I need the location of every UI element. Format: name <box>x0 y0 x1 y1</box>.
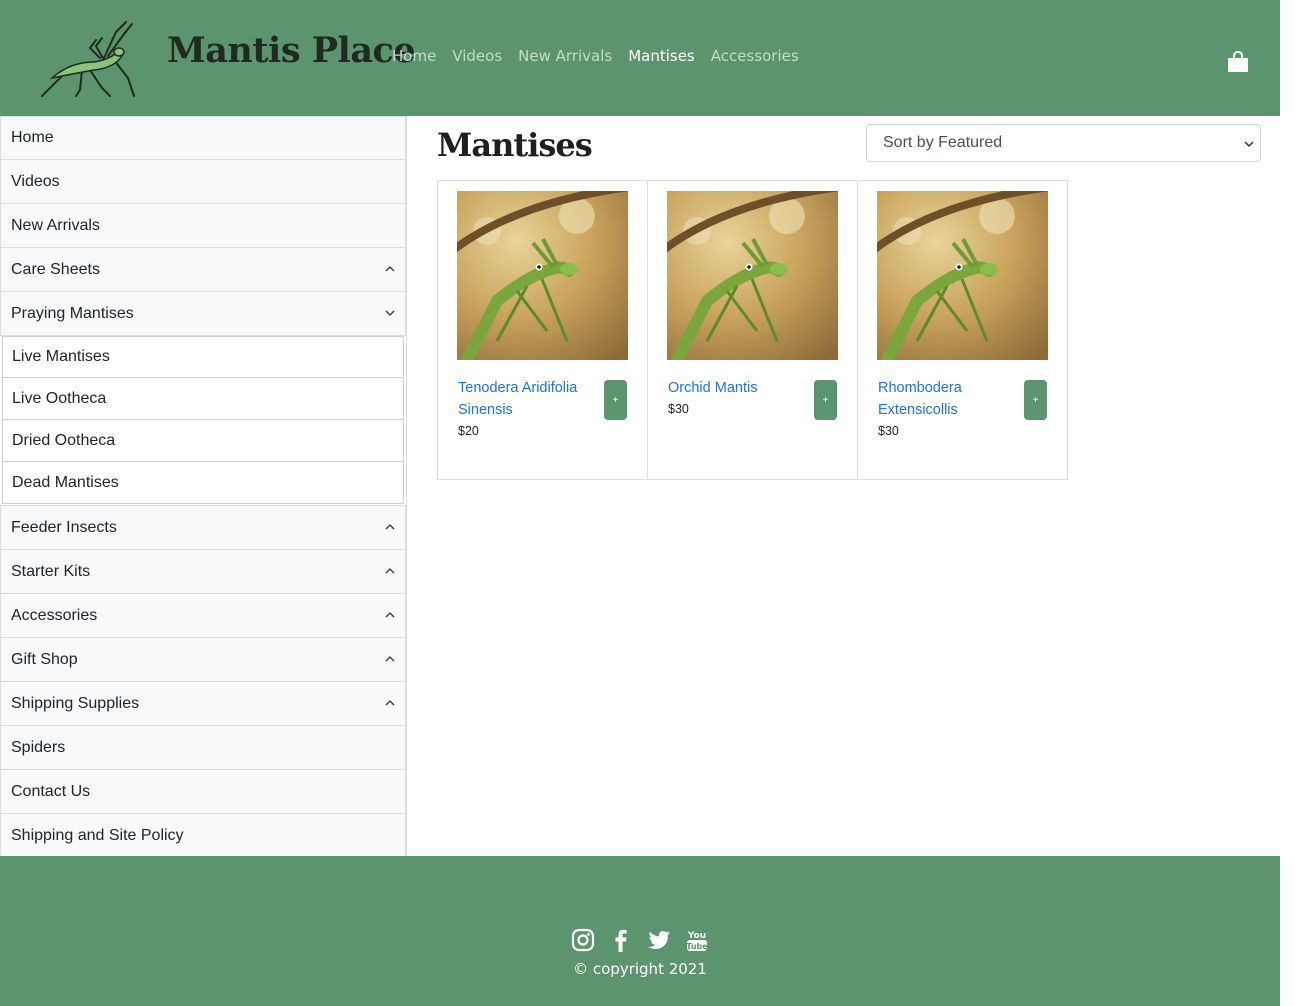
add-to-cart-button[interactable]: + <box>814 380 837 420</box>
sidebar-item-label: Shipping Supplies <box>11 694 140 712</box>
product-price: $30 <box>668 402 689 416</box>
sidebar-item-starter-kits[interactable]: Starter Kits <box>0 550 406 594</box>
brand-name[interactable]: Mantis Place <box>167 30 416 71</box>
chevron-up-icon <box>385 655 395 661</box>
sidebar-item-feeder-insects[interactable]: Feeder Insects <box>0 506 406 550</box>
sidebar-subitem-dead-mantises[interactable]: Dead Mantises <box>2 462 404 504</box>
sidebar-item-shipping-supplies[interactable]: Shipping Supplies <box>0 682 406 726</box>
sidebar-item-home[interactable]: Home <box>0 116 406 160</box>
sidebar-item-label: Shipping and Site Policy <box>11 826 184 844</box>
sidebar-item-label: Feeder Insects <box>11 518 117 536</box>
chevron-down-icon <box>385 310 395 316</box>
sidebar-item-label: Accessories <box>11 606 98 624</box>
product-info: Tenodera Aridifolia Sinensis $20 <box>458 377 578 441</box>
sidebar-item-videos[interactable]: Videos <box>0 160 406 204</box>
product-image[interactable] <box>457 191 628 360</box>
chevron-up-icon <box>385 699 395 705</box>
sidebar-item-gift-shop[interactable]: Gift Shop <box>0 638 406 682</box>
sidebar-item-label: Contact Us <box>11 782 91 800</box>
mantis-logo-icon[interactable] <box>30 18 138 98</box>
svg-text:You: You <box>687 931 706 941</box>
nav-videos[interactable]: Videos <box>452 47 502 65</box>
svg-text:Tube: Tube <box>686 942 708 951</box>
nav-mantises[interactable]: Mantises <box>628 47 695 65</box>
product-price: $30 <box>878 424 899 438</box>
youtube-icon[interactable]: You Tube <box>685 928 709 952</box>
sidebar-item-shipping-policy[interactable]: Shipping and Site Policy <box>0 814 406 858</box>
product-card: Orchid Mantis $30 + <box>647 180 858 480</box>
sidebar-item-label: Videos <box>11 172 60 190</box>
page-title: Mantises <box>437 126 593 164</box>
product-info: Rhombodera Extensicollis $30 <box>878 377 998 441</box>
sidebar: Home Videos New Arrivals Care Sheets Pra… <box>0 116 407 858</box>
chevron-up-icon <box>385 611 395 617</box>
sidebar-subitem-live-mantises[interactable]: Live Mantises <box>2 336 404 378</box>
praying-mantises-submenu: Live Mantises Live Ootheca Dried Ootheca… <box>0 336 406 506</box>
product-info: Orchid Mantis $30 <box>668 377 788 419</box>
chevron-up-icon <box>385 567 395 573</box>
sidebar-item-label: New Arrivals <box>11 216 100 234</box>
sort-select[interactable]: Sort by Featured <box>866 124 1261 162</box>
sidebar-item-spiders[interactable]: Spiders <box>0 726 406 770</box>
instagram-icon[interactable] <box>571 928 595 952</box>
sidebar-item-care-sheets[interactable]: Care Sheets <box>0 248 406 292</box>
shopping-bag-icon[interactable] <box>1227 51 1249 73</box>
nav-accessories[interactable]: Accessories <box>711 47 799 65</box>
product-name-link[interactable]: Orchid Mantis <box>668 377 788 399</box>
site-header: Mantis Place Home Videos New Arrivals Ma… <box>0 0 1280 116</box>
facebook-icon[interactable] <box>609 928 633 952</box>
sidebar-item-label: Praying Mantises <box>11 304 134 322</box>
add-to-cart-button[interactable]: + <box>1024 380 1047 420</box>
copyright-text: © copyright 2021 <box>573 960 707 978</box>
twitter-icon[interactable] <box>647 928 671 952</box>
product-image[interactable] <box>667 191 838 360</box>
product-image[interactable] <box>877 191 1048 360</box>
sidebar-subitem-dried-ootheca[interactable]: Dried Ootheca <box>2 420 404 462</box>
nav-new-arrivals[interactable]: New Arrivals <box>518 47 612 65</box>
chevron-up-icon <box>385 523 395 529</box>
sidebar-item-praying-mantises[interactable]: Praying Mantises <box>0 292 406 336</box>
sidebar-item-new-arrivals[interactable]: New Arrivals <box>0 204 406 248</box>
add-to-cart-button[interactable]: + <box>604 380 627 420</box>
product-card: Rhombodera Extensicollis $30 + <box>857 180 1068 480</box>
sidebar-item-accessories[interactable]: Accessories <box>0 594 406 638</box>
product-name-link[interactable]: Tenodera Aridifolia Sinensis <box>458 377 578 421</box>
nav-home[interactable]: Home <box>392 47 436 65</box>
sidebar-subitem-live-ootheca[interactable]: Live Ootheca <box>2 378 404 420</box>
sidebar-item-label: Care Sheets <box>11 260 100 278</box>
product-price: $20 <box>458 424 479 438</box>
social-links: You Tube <box>571 928 709 952</box>
sidebar-item-label: Gift Shop <box>11 650 78 668</box>
top-nav: Home Videos New Arrivals Mantises Access… <box>392 47 815 65</box>
sidebar-item-label: Starter Kits <box>11 562 91 580</box>
product-card: Tenodera Aridifolia Sinensis $20 + <box>437 180 648 480</box>
sidebar-item-label: Home <box>11 129 54 146</box>
sort-selected-value: Sort by Featured <box>883 134 1003 151</box>
product-grid: Tenodera Aridifolia Sinensis $20 + Orchi… <box>437 180 1068 480</box>
chevron-up-icon <box>385 265 395 271</box>
sidebar-item-contact-us[interactable]: Contact Us <box>0 770 406 814</box>
sidebar-item-label: Spiders <box>11 738 66 756</box>
chevron-down-icon <box>1244 141 1254 148</box>
product-name-link[interactable]: Rhombodera Extensicollis <box>878 377 998 421</box>
